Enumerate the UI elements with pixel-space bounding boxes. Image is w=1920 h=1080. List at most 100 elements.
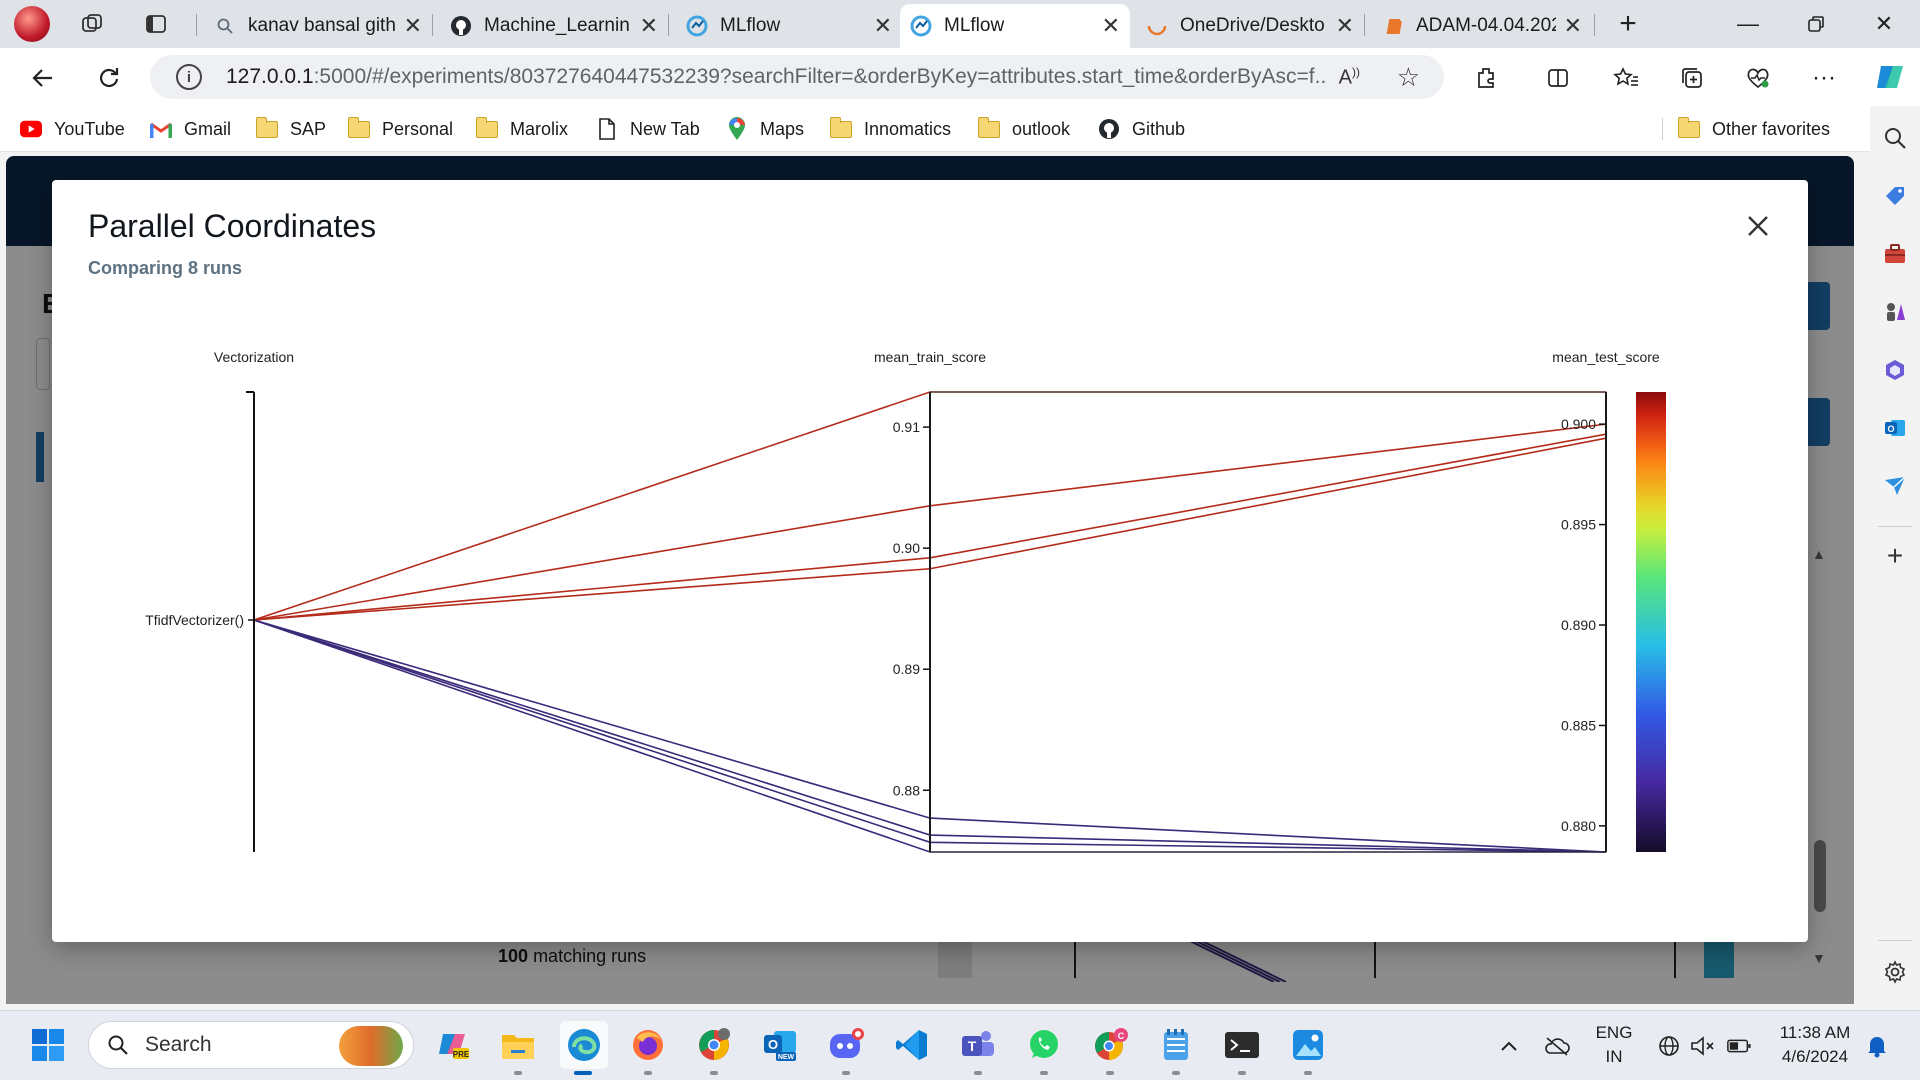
folder-icon: [255, 116, 278, 139]
tab-mlflow-active[interactable]: MLflow ✕: [900, 4, 1130, 48]
refresh-button[interactable]: [92, 61, 126, 95]
tools-icon[interactable]: [1881, 240, 1909, 268]
favorite-youtube[interactable]: YouTube: [20, 116, 125, 142]
favorite-new-tab[interactable]: New Tab: [596, 116, 700, 142]
favorite-github[interactable]: Github: [1098, 116, 1185, 142]
read-aloud-icon[interactable]: A)): [1339, 65, 1360, 90]
browser-essentials-icon[interactable]: [1742, 62, 1774, 94]
teams-icon[interactable]: T: [958, 1025, 998, 1065]
workspaces-icon[interactable]: [78, 10, 106, 38]
firefox-icon[interactable]: [628, 1025, 668, 1065]
terminal-icon[interactable]: [1222, 1025, 1262, 1065]
favorite-sap[interactable]: SAP: [255, 116, 326, 142]
profile-avatar[interactable]: [14, 6, 50, 42]
copilot-icon[interactable]: [1870, 58, 1908, 96]
folder-icon: [1677, 116, 1700, 139]
battery-icon[interactable]: [1726, 1033, 1752, 1059]
settings-more-icon[interactable]: ···: [1808, 62, 1840, 94]
close-tab-icon[interactable]: ✕: [874, 13, 892, 39]
speaker-muted-icon[interactable]: [1690, 1033, 1716, 1059]
favorites-icon[interactable]: [1610, 62, 1642, 94]
folder-icon: [977, 116, 1000, 139]
maps-icon: [726, 117, 748, 140]
tab-onedrive[interactable]: OneDrive/Deskto ✕: [1136, 4, 1364, 48]
notepad-icon[interactable]: [1156, 1025, 1196, 1065]
tab-mlflow-1[interactable]: MLflow ✕: [676, 4, 902, 48]
favorite-gmail[interactable]: Gmail: [150, 116, 231, 142]
favorite-personal[interactable]: Personal: [347, 116, 453, 142]
minimize-button[interactable]: —: [1716, 0, 1780, 48]
split-screen-icon[interactable]: [1542, 62, 1574, 94]
favorite-innomatics[interactable]: Innomatics: [829, 116, 951, 142]
tab-kanav-search[interactable]: kanav bansal gith ✕: [204, 4, 432, 48]
outlook-new-icon[interactable]: O NEW: [760, 1025, 800, 1065]
site-info-icon[interactable]: i: [176, 64, 202, 90]
edge-icon[interactable]: [560, 1021, 608, 1069]
add-icon[interactable]: +: [1881, 540, 1909, 571]
mlflow-icon: [686, 15, 708, 37]
file-explorer-icon[interactable]: [498, 1025, 538, 1065]
close-tab-icon[interactable]: ✕: [1336, 13, 1354, 39]
onedrive-offline-icon[interactable]: [1544, 1033, 1570, 1059]
favorite-marolix[interactable]: Marolix: [475, 116, 568, 142]
microsoft-365-icon[interactable]: [1881, 356, 1909, 384]
onedrive-loading-icon: [1146, 15, 1168, 37]
outlook-icon[interactable]: O: [1881, 414, 1909, 442]
games-icon[interactable]: [1881, 298, 1909, 326]
windows-start-icon[interactable]: [28, 1025, 68, 1065]
language-indicator[interactable]: ENG IN: [1594, 1021, 1634, 1069]
tick-label-mean_train_score: 0.90: [893, 540, 920, 556]
axis-title-mean_train_score: mean_train_score: [874, 349, 986, 365]
chrome-icon[interactable]: [694, 1025, 734, 1065]
folder-icon: [347, 116, 370, 139]
document-icon: [1382, 15, 1404, 37]
favorite-maps[interactable]: Maps: [726, 116, 804, 142]
tab-adam[interactable]: ADAM-04.04.202 ✕: [1372, 4, 1592, 48]
tick-label-mean_test_score: 0.900: [1561, 416, 1596, 432]
favorite-star-icon[interactable]: ☆: [1397, 62, 1420, 93]
globe-icon[interactable]: [1656, 1033, 1682, 1059]
taskbar-search[interactable]: Search: [88, 1021, 414, 1069]
close-tab-icon[interactable]: ✕: [1564, 13, 1582, 39]
chevron-up-icon[interactable]: [1496, 1033, 1522, 1059]
whatsapp-icon[interactable]: [1024, 1025, 1064, 1065]
chrome-profile-icon[interactable]: C: [1090, 1025, 1130, 1065]
favorites-bar: YouTube Gmail SAP Personal Marolix New T…: [0, 106, 1870, 152]
browser-toolbar: i 127.0.0.1:5000/#/experiments/803727640…: [0, 48, 1920, 106]
copilot-preview-icon[interactable]: PRE: [432, 1025, 472, 1065]
new-tab-button[interactable]: +: [1596, 0, 1660, 48]
tick-label-mean_train_score: 0.91: [893, 419, 920, 435]
svg-text:T: T: [968, 1038, 977, 1054]
collections-icon[interactable]: [1676, 62, 1708, 94]
youtube-icon: [20, 119, 42, 139]
close-window-button[interactable]: ✕: [1852, 0, 1916, 48]
send-icon[interactable]: [1881, 472, 1909, 500]
close-tab-icon[interactable]: ✕: [404, 13, 422, 39]
extensions-icon[interactable]: [1470, 62, 1502, 94]
favorite-outlook[interactable]: outlook: [977, 116, 1070, 142]
tick-label-mean_train_score: 0.88: [893, 782, 920, 798]
tab-actions-icon[interactable]: [142, 10, 170, 38]
tab-title: Machine_Learnin: [484, 15, 630, 36]
close-tab-icon[interactable]: ✕: [640, 13, 658, 39]
folder-icon: [829, 116, 852, 139]
close-tab-icon[interactable]: ✕: [1102, 13, 1120, 39]
tick-label-mean_test_score: 0.885: [1561, 717, 1596, 733]
url-text[interactable]: 127.0.0.1:5000/#/experiments/80372764044…: [226, 65, 1326, 89]
tab-machine-learning[interactable]: Machine_Learnin ✕: [440, 4, 668, 48]
photos-icon[interactable]: [1288, 1025, 1328, 1065]
restore-button[interactable]: [1784, 0, 1848, 48]
search-icon[interactable]: [1881, 124, 1909, 152]
gmail-icon: [150, 119, 172, 139]
back-button[interactable]: [26, 61, 60, 95]
clock[interactable]: 11:38 AM 4/6/2024: [1772, 1021, 1858, 1069]
tick-label-mean_train_score: 0.89: [893, 661, 920, 677]
discord-icon[interactable]: [826, 1025, 866, 1065]
gear-icon[interactable]: [1881, 958, 1909, 986]
windows-taskbar: Search PRE O NEW T C ENG IN 11:38 AM 4/6…: [0, 1010, 1920, 1080]
favorite-other-favorites[interactable]: Other favorites: [1677, 116, 1830, 142]
shopping-tag-icon[interactable]: [1881, 182, 1909, 210]
vscode-icon[interactable]: [892, 1025, 932, 1065]
address-bar[interactable]: i 127.0.0.1:5000/#/experiments/803727640…: [150, 55, 1444, 99]
notification-bell-icon[interactable]: [1864, 1033, 1890, 1059]
